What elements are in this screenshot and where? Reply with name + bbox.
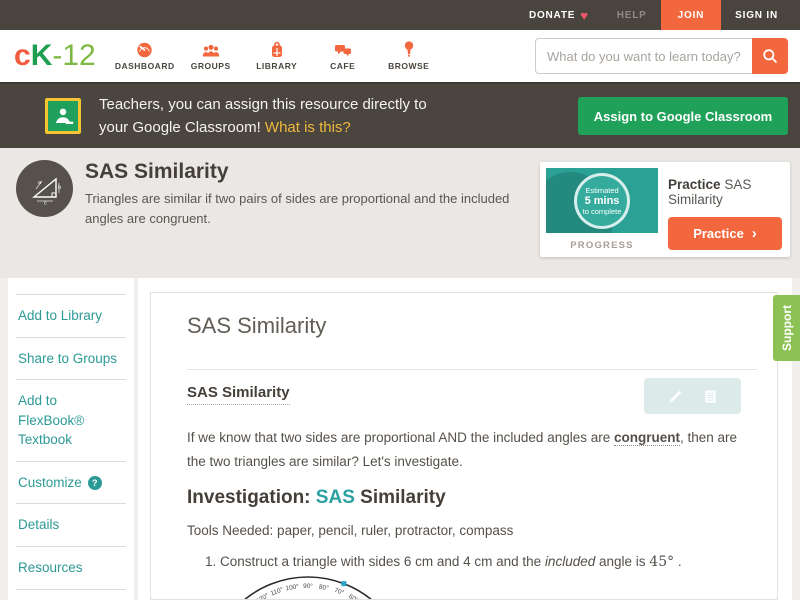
chevron-right-icon: › (751, 225, 757, 242)
nav-dashboard[interactable]: DASHBOARD (112, 42, 178, 71)
lesson-page-title: SAS Similarity (187, 313, 327, 338)
practice-thumbnail[interactable]: Estimated 5 mins to complete (546, 168, 658, 233)
progress-label: PROGRESS (570, 240, 634, 251)
library-backpack-icon (269, 41, 285, 58)
main-nav: DASHBOARD GROUPS LIBRARY CAFE BROWSE (112, 40, 442, 71)
lesson-card: SAS Similarity SAS Similarity If we know… (150, 292, 778, 600)
edit-pencil-icon[interactable] (668, 389, 683, 404)
svg-text:b: b (58, 185, 61, 191)
sidebar: Add to Library Share to Groups Add to Fl… (8, 278, 134, 600)
browse-bulb-icon (404, 40, 414, 58)
heart-icon: ♥ (580, 7, 589, 23)
hero-text: SAS Similarity Triangles are similar if … (85, 160, 535, 228)
assign-google-classroom-button[interactable]: Assign to Google Classroom (578, 97, 788, 135)
search-button[interactable] (752, 38, 788, 74)
svg-text:a: a (38, 180, 42, 186)
banner-line2: your Google Classroom! (99, 119, 261, 136)
donate-label: DONATE (528, 9, 576, 21)
article-toolbox (644, 378, 741, 414)
practice-card: Estimated 5 mins to complete PROGRESS Pr… (540, 162, 790, 257)
nav-library[interactable]: LIBRARY (244, 41, 310, 71)
support-tab[interactable]: Support (773, 295, 800, 361)
nav-browse-label: BROWSE (388, 60, 430, 71)
nav-cafe-label: CAFE (330, 60, 356, 71)
estimated-time-badge: Estimated 5 mins to complete (574, 172, 630, 229)
search-bar (535, 38, 788, 74)
main-panel: SAS Similarity SAS Similarity If we know… (138, 278, 792, 600)
cafe-chat-icon (334, 42, 352, 58)
investigation-heading: Investigation: SAS Similarity (187, 486, 446, 508)
donate-link[interactable]: DONATE ♥ (515, 0, 603, 30)
concept-title: SAS Similarity (85, 160, 229, 183)
sign-in-button[interactable]: SIGN IN (721, 0, 792, 30)
site-header: cK-12 DASHBOARD GROUPS LIBRARY CAFE BROW… (0, 30, 800, 84)
concept-hero: a b c SAS Similarity Triangles are similar… (0, 148, 800, 278)
classroom-banner: Teachers, you can assign this resource d… (0, 84, 800, 148)
sidebar-item-add-to-flexbook[interactable]: Add to FlexBook® Textbook (16, 380, 126, 462)
concept-description: Triangles are similar if two pairs of si… (85, 191, 510, 226)
nav-groups-label: GROUPS (190, 60, 231, 71)
banner-text: Teachers, you can assign this resource d… (99, 93, 427, 140)
practice-title: Practice SAS Similarity (668, 177, 752, 207)
nav-library-label: LIBRARY (256, 60, 298, 71)
google-classroom-icon (45, 98, 81, 134)
search-icon (763, 49, 777, 63)
sidebar-item-resources[interactable]: Resources (16, 547, 126, 590)
practice-button[interactable]: Practice › (668, 217, 782, 250)
nav-browse[interactable]: BROWSE (376, 40, 442, 71)
step-1: 1. Construct a triangle with sides 6 cm … (205, 553, 682, 570)
triangle-concept-icon: a b c (16, 160, 73, 217)
sidebar-item-customize[interactable]: Customize? (16, 462, 126, 505)
protractor-image: 30°40°50°60°70°80°90°100°110°120°130°140… (205, 575, 757, 599)
sidebar-item-share-to-groups[interactable]: Share to Groups (16, 338, 126, 381)
sidebar-item-add-to-library[interactable]: Add to Library (16, 294, 126, 338)
ck12-logo[interactable]: cK-12 (14, 41, 96, 71)
help-question-icon[interactable]: ? (87, 475, 102, 490)
topbar: DONATE ♥ HELP JOIN SIGN IN (0, 0, 800, 30)
svg-text:c: c (44, 200, 47, 206)
banner-line1: Teachers, you can assign this resource d… (99, 95, 427, 113)
page: DONATE ♥ HELP JOIN SIGN IN cK-12 DASHBOAR… (0, 0, 800, 600)
nav-groups[interactable]: GROUPS (178, 42, 244, 71)
nav-dashboard-label: DASHBOARD (114, 60, 175, 71)
search-input[interactable] (535, 38, 752, 74)
nav-cafe[interactable]: CAFE (310, 42, 376, 71)
svg-text:90°: 90° (303, 582, 313, 590)
vocab-term[interactable]: congruent (614, 430, 680, 446)
content-area: Add to Library Share to Groups Add to Fl… (0, 278, 800, 600)
groups-people-icon (201, 42, 221, 58)
tools-needed-line: Tools Needed: paper, pencil, ruler, prot… (187, 522, 514, 538)
dashboard-gauge-icon (136, 42, 153, 58)
read-document-icon[interactable] (703, 389, 718, 404)
join-button[interactable]: JOIN (660, 0, 722, 30)
sidebar-item-download[interactable]: Download▾ (16, 590, 126, 600)
what-is-this-link[interactable]: What is this? (265, 119, 351, 136)
sidebar-item-details[interactable]: Details (16, 504, 126, 547)
article-title: SAS Similarity (187, 384, 290, 405)
help-link[interactable]: HELP (603, 0, 661, 30)
intro-paragraph: If we know that two sides are proportion… (187, 430, 738, 470)
divider (187, 369, 757, 370)
